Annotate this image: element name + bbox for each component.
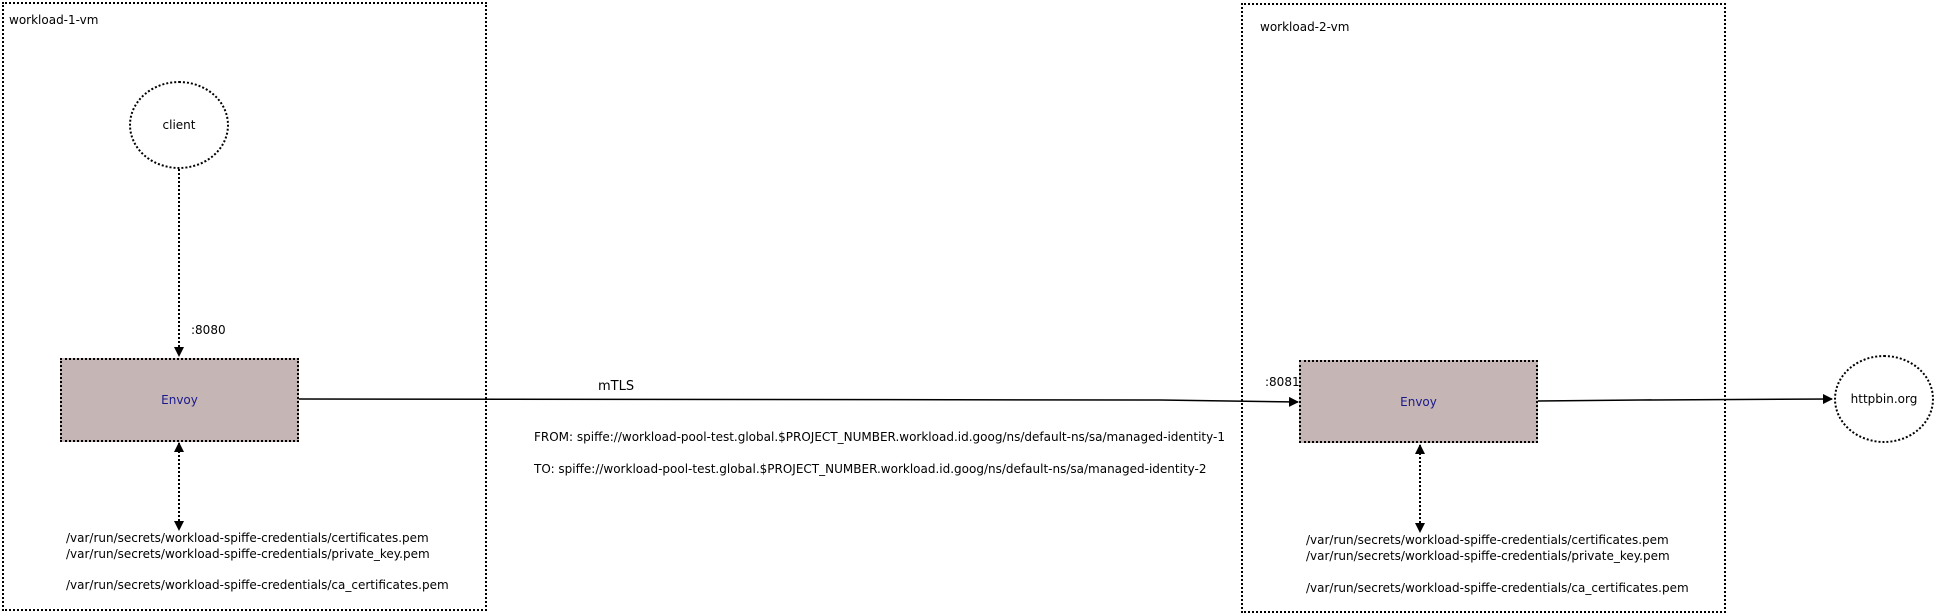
envoy-2-label: Envoy: [1400, 394, 1437, 409]
port-8081-label: :8081: [1265, 375, 1300, 389]
httpbin-label: httpbin.org: [1850, 392, 1918, 406]
from-identity-text: FROM: spiffe://workload-pool-test.global…: [534, 430, 1225, 444]
vm1-key-path: /var/run/secrets/workload-spiffe-credent…: [66, 547, 430, 561]
workload-1-vm-label: workload-1-vm: [9, 13, 99, 27]
port-8080-label: :8080: [191, 323, 226, 337]
httpbin-node: httpbin.org: [1834, 355, 1934, 443]
vm2-cert-path: /var/run/secrets/workload-spiffe-credent…: [1306, 533, 1669, 547]
client-node: client: [129, 81, 229, 169]
workload-2-vm-box: [1241, 3, 1726, 613]
mtls-label: mTLS: [598, 379, 635, 394]
envoy-1-label: Envoy: [161, 393, 198, 407]
vm1-cert-path: /var/run/secrets/workload-spiffe-credent…: [66, 531, 429, 545]
envoy-1-box: Envoy: [60, 358, 299, 442]
client-label: client: [162, 118, 196, 132]
workload-1-vm-box: [2, 2, 487, 611]
to-identity-text: TO: spiffe://workload-pool-test.global.$…: [534, 462, 1207, 476]
vm1-ca-path: /var/run/secrets/workload-spiffe-credent…: [66, 578, 449, 592]
envoy-2-box: Envoy: [1299, 360, 1538, 443]
workload-2-vm-label: workload-2-vm: [1260, 20, 1350, 34]
vm2-key-path: /var/run/secrets/workload-spiffe-credent…: [1306, 549, 1670, 563]
vm2-ca-path: /var/run/secrets/workload-spiffe-credent…: [1306, 581, 1689, 595]
